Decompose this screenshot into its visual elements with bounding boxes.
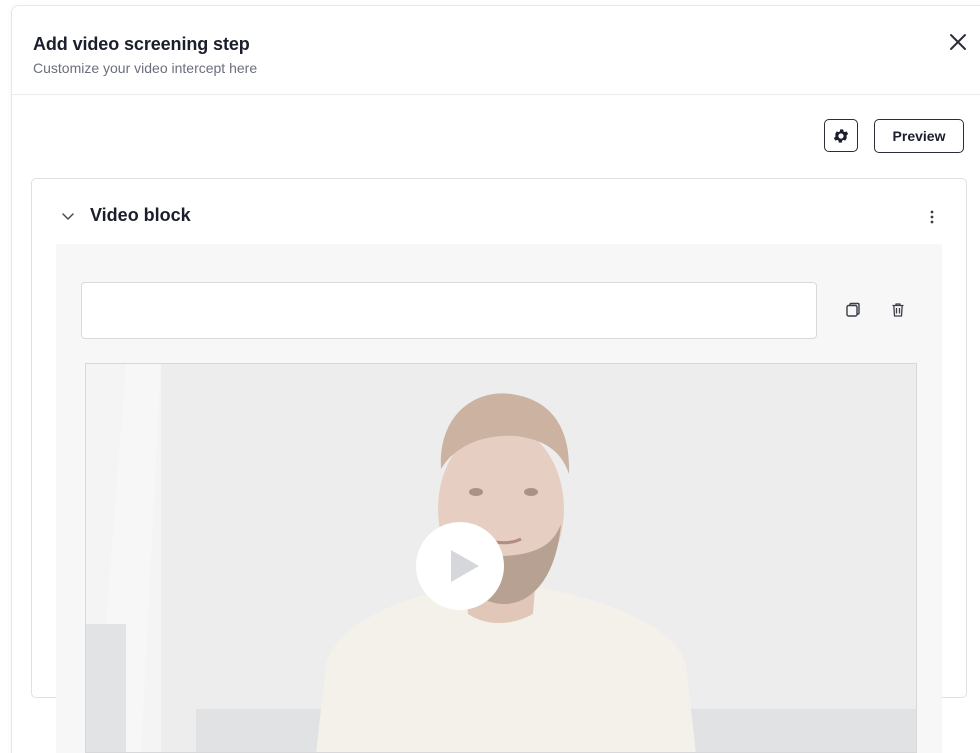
kebab-menu-icon [930,210,934,224]
video-player[interactable] [85,363,917,753]
delete-button[interactable] [887,299,909,321]
video-block-title: Video block [90,205,191,225]
video-title-input[interactable] [81,282,817,339]
dialog-subtitle: Customize your video intercept here [33,60,258,76]
copy-icon [846,302,860,317]
trash-icon [892,303,904,317]
close-button[interactable] [944,28,972,56]
play-icon [451,550,479,582]
gear-icon [833,128,849,143]
video-block-toggle[interactable]: Video block [60,205,191,226]
settings-button[interactable] [824,119,858,152]
preview-button[interactable]: Preview [874,119,964,153]
duplicate-button[interactable] [842,299,864,321]
dialog-header: Add video screening step Customize your … [12,6,980,95]
chevron-down-icon [62,212,74,220]
block-menu-button[interactable] [922,205,942,229]
dialog-title: Add video screening step [33,34,250,54]
close-icon [950,34,966,50]
play-button[interactable] [416,522,504,610]
